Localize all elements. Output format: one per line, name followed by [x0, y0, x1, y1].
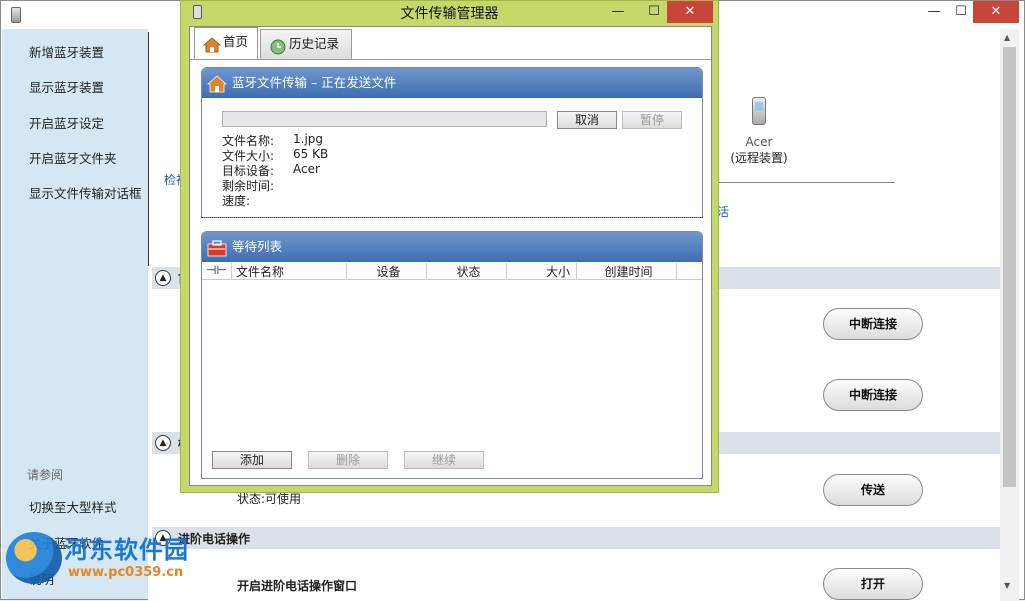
- tab-home-label: 首页: [223, 34, 248, 49]
- see-also-title: 请参阅: [27, 466, 63, 483]
- collapse-icon[interactable]: ▲: [155, 270, 171, 286]
- globe-logo-icon: [6, 532, 62, 584]
- file-size-value: 65 KB: [293, 147, 328, 161]
- dialog-close-button[interactable]: ✕: [667, 1, 713, 23]
- pause-button[interactable]: 暂停: [622, 111, 682, 129]
- watermark-url: www.pc0359.cn: [68, 565, 183, 580]
- file-name-value: 1.jpg: [293, 132, 323, 146]
- divider: [201, 217, 703, 218]
- tab-home[interactable]: 首页: [194, 27, 258, 59]
- dialog-body: 首页 历史记录 蓝牙文件传输 – 正在发送文件 取消 暂停 文件名称: 1.jp…: [189, 26, 712, 486]
- device-type: (远程装置): [714, 149, 804, 166]
- queue-group-header: 等待列表: [202, 232, 702, 262]
- column-file-name[interactable]: 文件名称: [232, 263, 347, 279]
- toolbox-icon: [207, 238, 227, 256]
- watermark: 河东软件园 www.pc0359.cn: [6, 528, 206, 588]
- dialog-titlebar: 文件传输管理器 — ☐ ✕: [181, 1, 718, 23]
- device-name: Acer: [714, 135, 804, 149]
- file-transfer-dialog: 文件传输管理器 — ☐ ✕ 首页 历史记录 蓝牙文件传输 – 正在发送文件: [180, 0, 719, 493]
- tab-history-label: 历史记录: [289, 36, 339, 51]
- scroll-down-icon[interactable]: ▼: [1004, 581, 1010, 590]
- tab-history[interactable]: 历史记录: [260, 29, 352, 59]
- scrollbar[interactable]: ▲ ▼: [1000, 29, 1019, 601]
- section-header-advanced-phone: ▲ 进阶电话操作: [152, 527, 1000, 549]
- advanced-phone-row: 开启进阶电话操作窗口: [237, 577, 357, 594]
- column-device[interactable]: 设备: [347, 263, 427, 279]
- delete-button[interactable]: 删除: [308, 451, 388, 469]
- dialog-maximize-button[interactable]: ☐: [637, 1, 671, 23]
- divider: [719, 182, 895, 183]
- watermark-title: 河东软件园: [64, 530, 189, 565]
- column-status[interactable]: 状态: [427, 263, 507, 279]
- tab-divider: [190, 59, 711, 60]
- scroll-thumb[interactable]: [1003, 47, 1016, 487]
- transfer-progress-bar: [222, 111, 547, 127]
- sidebar-item-add-device[interactable]: 新增蓝牙装置: [29, 42, 104, 61]
- send-button[interactable]: 传送: [823, 474, 923, 506]
- queue-group-title: 等待列表: [232, 239, 282, 254]
- disconnect-button-1[interactable]: 中断连接: [823, 308, 923, 340]
- sidebar-item-open-settings[interactable]: 开启蓝牙设定: [29, 113, 104, 132]
- transfer-group: 蓝牙文件传输 – 正在发送文件 取消 暂停 文件名称: 1.jpg 文件大小: …: [201, 67, 703, 218]
- queue-group: 等待列表 ⊣⊢ 文件名称 设备 状态 大小 创建时间 添加 删除 继续: [201, 231, 703, 479]
- sidebar: 新增蓝牙装置 显示蓝牙装置 开启蓝牙设定 开启蓝牙文件夹 显示文件传输对话框 请…: [2, 29, 148, 599]
- cancel-button[interactable]: 取消: [557, 111, 617, 129]
- speed-label: 速度:: [222, 192, 250, 209]
- open-button[interactable]: 打开: [823, 568, 923, 600]
- sidebar-item-show-transfer-dialog[interactable]: 显示文件传输对话框: [29, 183, 142, 202]
- target-device-value: Acer: [293, 162, 320, 176]
- collapse-icon[interactable]: ▲: [155, 435, 171, 451]
- column-created-time[interactable]: 创建时间: [577, 263, 677, 279]
- pin-icon[interactable]: ⊣⊢: [202, 263, 232, 279]
- close-button[interactable]: ✕: [973, 1, 1019, 23]
- continue-button[interactable]: 继续: [404, 451, 484, 469]
- device-acer[interactable]: Acer (远程装置): [714, 97, 804, 166]
- transfer-group-title: 蓝牙文件传输 – 正在发送文件: [232, 75, 396, 90]
- house-icon: [203, 35, 221, 51]
- phone-icon: [752, 97, 766, 125]
- sidebar-item-large-style[interactable]: 切换至大型样式: [29, 497, 117, 516]
- sidebar-item-show-devices[interactable]: 显示蓝牙装置: [29, 77, 104, 96]
- scroll-up-icon[interactable]: ▲: [1004, 33, 1010, 42]
- queue-table-header: ⊣⊢ 文件名称 设备 状态 大小 创建时间: [202, 262, 702, 280]
- dialog-minimize-button[interactable]: —: [601, 1, 635, 23]
- sidebar-item-open-folder[interactable]: 开启蓝牙文件夹: [29, 148, 117, 167]
- column-size[interactable]: 大小: [507, 263, 577, 279]
- add-button[interactable]: 添加: [212, 451, 292, 469]
- house-icon: [207, 74, 227, 92]
- transfer-group-header: 蓝牙文件传输 – 正在发送文件: [202, 68, 702, 98]
- bluetooth-app-icon: [11, 7, 21, 23]
- disconnect-button-2[interactable]: 中断连接: [823, 379, 923, 411]
- history-icon: [269, 37, 287, 53]
